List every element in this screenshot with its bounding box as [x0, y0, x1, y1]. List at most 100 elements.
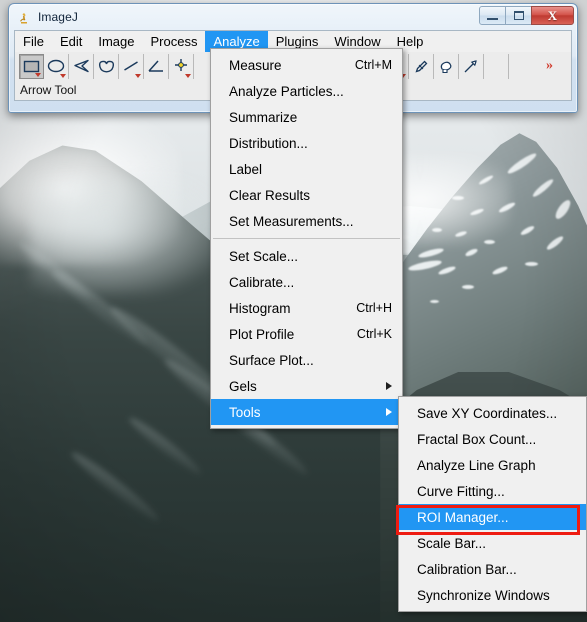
menu-item-roi-manager[interactable]: ROI Manager... [399, 504, 586, 530]
menu-item-distribution[interactable]: Distribution... [211, 130, 402, 156]
blank-slot-2[interactable] [509, 54, 534, 79]
menu-file[interactable]: File [15, 31, 52, 52]
menu-item-synchronize-windows[interactable]: Synchronize Windows [399, 582, 586, 608]
window-controls: X [479, 6, 574, 25]
snow-patch [464, 247, 479, 258]
menu-item-label-label: Label [229, 161, 263, 177]
snow-patch [531, 177, 555, 199]
freehand-tool[interactable] [94, 53, 119, 79]
snow-patch [454, 230, 468, 238]
snow-patch [407, 258, 443, 273]
menu-item-gels[interactable]: Gels [211, 373, 402, 399]
snow-patch [437, 265, 457, 276]
menu-item-summarize[interactable]: Summarize [211, 104, 402, 130]
submenu-arrow-icon [386, 408, 392, 416]
menu-item-calibration-bar[interactable]: Calibration Bar... [399, 556, 586, 582]
point-tool-dropdown-icon[interactable] [185, 73, 191, 78]
snow-patch [417, 246, 445, 260]
snow-patch [497, 201, 517, 214]
snow-patch [519, 224, 536, 237]
menu-item-clear-results[interactable]: Clear Results [211, 182, 402, 208]
menu-item-surface-plot[interactable]: Surface Plot... [211, 347, 402, 373]
paintbrush-tool[interactable] [434, 53, 459, 79]
menu-process[interactable]: Process [143, 31, 206, 52]
menu-item-analyze-line-graph[interactable]: Analyze Line Graph [399, 452, 586, 478]
menu-item-analyze-particles[interactable]: Analyze Particles... [211, 78, 402, 104]
menu-item-fractal-box-count[interactable]: Fractal Box Count... [399, 426, 586, 452]
menu-item-plot-profile[interactable]: Plot Profile Ctrl+K [211, 321, 402, 347]
snow-patch [452, 196, 464, 200]
menu-item-roi-manager-label: ROI Manager... [417, 509, 509, 525]
snow-patch [553, 197, 573, 222]
menu-edit-label: Edit [59, 34, 83, 49]
microscope-icon [16, 10, 31, 25]
snow-patch [432, 228, 442, 232]
mist-cloud [30, 175, 220, 295]
dropper-tool[interactable] [409, 53, 434, 79]
oval-tool[interactable] [44, 53, 69, 79]
submenu-arrow-icon [386, 382, 392, 390]
menu-item-curve-fitting[interactable]: Curve Fitting... [399, 478, 586, 504]
slope-streak [47, 264, 153, 352]
menu-item-scale-bar-label: Scale Bar... [417, 535, 487, 551]
maximize-button[interactable] [505, 6, 532, 25]
snow-patch [525, 262, 538, 266]
menu-separator [213, 238, 400, 239]
menu-item-tools-label: Tools [229, 404, 261, 420]
status-text: Arrow Tool [20, 83, 77, 97]
menu-window-label: Window [334, 34, 381, 49]
arrow-tool[interactable] [459, 53, 484, 79]
tools-submenu: Save XY Coordinates... Fractal Box Count… [398, 396, 587, 612]
menu-item-save-xy-coordinates-label: Save XY Coordinates... [417, 405, 558, 421]
more-tools-button[interactable]: » [534, 54, 564, 79]
angle-tool[interactable] [144, 53, 169, 79]
menu-item-calibrate[interactable]: Calibrate... [211, 269, 402, 295]
polygon-tool[interactable] [69, 53, 94, 79]
menu-item-label[interactable]: Label [211, 156, 402, 182]
menu-item-curve-fitting-label: Curve Fitting... [417, 483, 505, 499]
menu-plugins-label: Plugins [275, 34, 319, 49]
snow-patch [430, 300, 439, 303]
snow-patch [505, 151, 539, 176]
slope-streak [15, 238, 95, 304]
right-ridge [385, 133, 587, 400]
line-tool-dropdown-icon[interactable] [135, 73, 141, 78]
menu-item-set-scale[interactable]: Set Scale... [211, 243, 402, 269]
menu-item-scale-bar[interactable]: Scale Bar... [399, 530, 586, 556]
snow-patch [484, 240, 495, 244]
menu-item-analyze-particles-label: Analyze Particles... [229, 83, 344, 99]
point-tool[interactable] [169, 53, 194, 79]
menu-item-summarize-label: Summarize [229, 109, 298, 125]
snow-patch [462, 285, 474, 289]
close-button[interactable]: X [531, 6, 574, 25]
blank-slot-1[interactable] [484, 53, 509, 79]
menu-item-plot-profile-accel: Ctrl+K [356, 327, 392, 341]
menu-item-tools[interactable]: Tools [211, 399, 402, 425]
window-title: ImageJ [38, 10, 78, 24]
maximize-icon [513, 11, 524, 20]
menu-item-fractal-box-count-label: Fractal Box Count... [417, 431, 537, 447]
menu-item-synchronize-windows-label: Synchronize Windows [417, 587, 550, 603]
menu-item-gels-label: Gels [229, 378, 257, 394]
menu-item-analyze-line-graph-label: Analyze Line Graph [417, 457, 536, 473]
screen: ImageJ X File Edit Image Process Analyze… [0, 0, 587, 622]
mist-cloud [0, 115, 180, 265]
menu-item-measure-label: Measure [229, 57, 282, 73]
menu-edit[interactable]: Edit [52, 31, 90, 52]
minimize-button[interactable] [479, 6, 506, 25]
menu-item-set-measurements[interactable]: Set Measurements... [211, 208, 402, 234]
oval-tool-dropdown-icon[interactable] [60, 73, 66, 78]
menu-item-clear-results-label: Clear Results [229, 187, 311, 203]
title-bar[interactable]: ImageJ X [9, 4, 577, 30]
rectangle-tool-dropdown-icon[interactable] [35, 72, 41, 77]
menu-item-calibration-bar-label: Calibration Bar... [417, 561, 517, 577]
slope-streak [67, 447, 163, 526]
menu-item-histogram[interactable]: Histogram Ctrl+H [211, 295, 402, 321]
menu-item-distribution-label: Distribution... [229, 135, 308, 151]
line-tool[interactable] [119, 53, 144, 79]
rectangle-tool[interactable] [19, 53, 44, 79]
menu-image[interactable]: Image [90, 31, 142, 52]
menu-item-save-xy-coordinates[interactable]: Save XY Coordinates... [399, 400, 586, 426]
menu-item-measure[interactable]: Measure Ctrl+M [211, 52, 402, 78]
close-icon: X [547, 7, 558, 23]
